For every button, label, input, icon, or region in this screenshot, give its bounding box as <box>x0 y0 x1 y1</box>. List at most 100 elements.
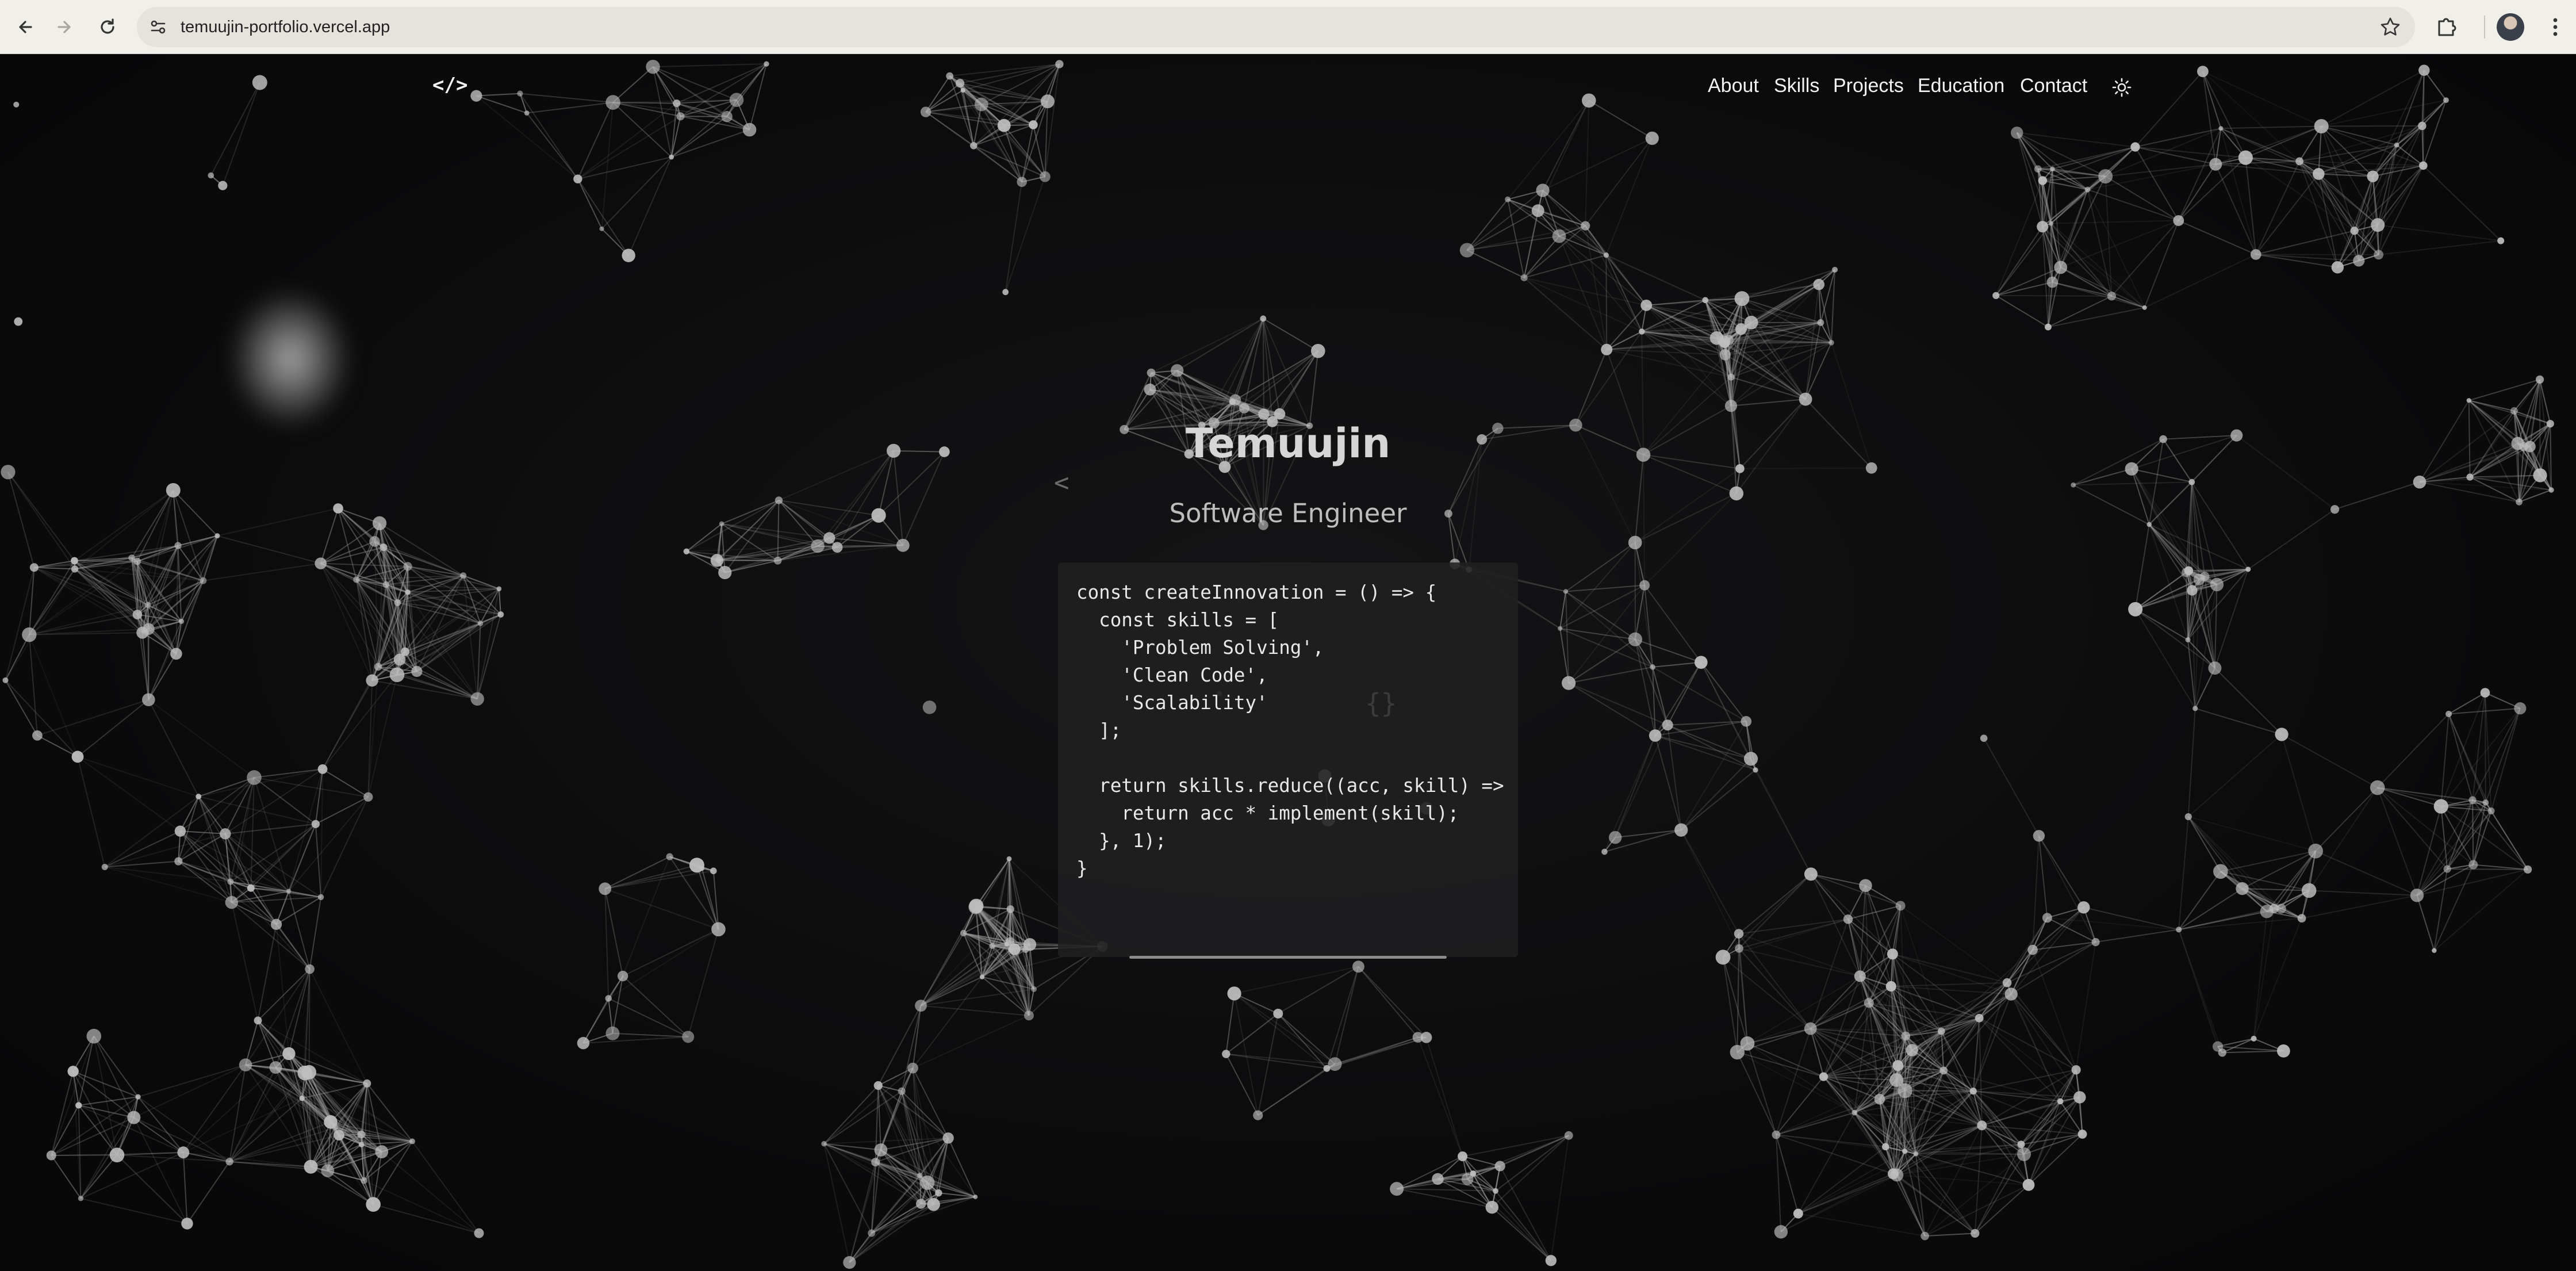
network-link <box>608 998 689 1038</box>
network-node <box>1874 1094 1885 1105</box>
network-link <box>1739 948 1861 977</box>
network-link <box>1643 454 1646 585</box>
network-link <box>527 102 614 114</box>
nav-skills[interactable]: Skills <box>1774 75 1819 97</box>
network-node <box>2314 118 2329 133</box>
network-node <box>721 111 733 122</box>
extensions-puzzle-icon[interactable] <box>2432 13 2460 41</box>
network-node <box>2251 1035 2257 1042</box>
network-link <box>2028 1069 2077 1185</box>
network-link <box>2248 508 2336 570</box>
bookmark-star-icon[interactable] <box>2378 15 2402 39</box>
network-node <box>2487 807 2495 814</box>
network-link <box>2179 917 2302 931</box>
network-link <box>1523 277 1607 350</box>
nav-about[interactable]: About <box>1708 75 1759 97</box>
network-node <box>75 1102 82 1109</box>
network-link <box>2321 125 2397 146</box>
network-node <box>605 1026 620 1040</box>
network-node <box>2142 305 2147 310</box>
network-node <box>1804 1022 1817 1035</box>
network-link <box>1747 1043 1855 1113</box>
profile-avatar[interactable] <box>2497 13 2524 41</box>
nav-contact[interactable]: Contact <box>2020 75 2087 97</box>
sun-icon[interactable] <box>2111 77 2132 98</box>
network-node <box>676 112 685 121</box>
network-link <box>1738 948 1811 1029</box>
network-node <box>887 443 901 458</box>
network-link <box>34 566 75 570</box>
network-node <box>305 964 315 974</box>
network-node <box>225 1158 233 1166</box>
network-link <box>920 943 1007 1006</box>
network-node <box>1977 1120 1987 1131</box>
network-link <box>198 796 289 892</box>
network-link <box>245 1020 259 1065</box>
network-link <box>1654 735 1682 830</box>
network-link <box>2440 714 2450 807</box>
network-node <box>200 577 207 584</box>
network-link <box>1722 956 1811 1029</box>
network-node <box>915 1199 926 1209</box>
url-text[interactable]: temuujin-portfolio.vercel.app <box>181 7 390 47</box>
menu-dots-icon[interactable] <box>2542 13 2569 41</box>
network-node <box>1260 315 1267 322</box>
nav-education[interactable]: Education <box>1918 75 2004 97</box>
network-link <box>604 868 702 890</box>
network-node <box>269 1061 282 1074</box>
network-node <box>1639 328 1645 335</box>
network-node <box>2445 710 2452 717</box>
network-node <box>1581 221 1590 231</box>
cursor-glow <box>230 290 351 428</box>
network-link <box>2073 484 2150 525</box>
network-node <box>403 562 412 571</box>
network-link <box>1560 627 1636 640</box>
network-link <box>288 769 324 891</box>
network-node <box>2548 487 2554 493</box>
network-node <box>334 1130 344 1141</box>
network-link <box>80 1154 118 1199</box>
network-node <box>315 557 327 569</box>
network-link <box>1634 454 1644 543</box>
network-link <box>2087 189 2145 308</box>
network-link <box>1278 1013 1336 1065</box>
network-link <box>1606 349 1644 455</box>
network-link <box>275 924 310 970</box>
network-link <box>1334 966 1359 1065</box>
network-node <box>2443 865 2451 873</box>
network-node <box>775 496 783 504</box>
network-node <box>394 599 401 606</box>
network-node <box>477 621 484 626</box>
network-node <box>2230 429 2243 442</box>
network-node <box>304 1159 318 1174</box>
network-node <box>136 626 149 639</box>
network-node <box>71 565 79 573</box>
network-node <box>1144 383 1156 396</box>
decorative-angle-bracket: < <box>1054 468 1070 497</box>
address-bar[interactable]: temuujin-portfolio.vercel.app <box>137 7 2415 47</box>
network-link <box>1615 735 1656 838</box>
network-node <box>1461 1173 1474 1185</box>
site-logo[interactable]: </> <box>432 74 467 97</box>
network-link <box>1892 953 2007 983</box>
back-arrow-icon[interactable] <box>12 13 40 41</box>
nav-projects[interactable]: Projects <box>1833 75 1904 97</box>
network-node <box>247 770 262 785</box>
network-link <box>1974 1154 2025 1234</box>
network-node <box>1865 462 1877 474</box>
network-link <box>1565 584 1645 592</box>
network-node <box>324 1115 338 1129</box>
reload-icon[interactable] <box>93 13 122 41</box>
network-link <box>477 588 500 699</box>
network-link <box>1700 662 1751 759</box>
network-node <box>599 226 604 231</box>
network-link <box>1262 318 1264 415</box>
network-link <box>2447 868 2528 870</box>
decorative-braces: {} <box>1365 688 1397 719</box>
network-node <box>1885 981 1896 992</box>
network-link <box>1653 661 1701 668</box>
forward-arrow-icon[interactable] <box>49 13 78 41</box>
network-link <box>2134 146 2179 221</box>
network-link <box>1358 966 1419 1038</box>
site-settings-icon[interactable] <box>146 15 170 39</box>
